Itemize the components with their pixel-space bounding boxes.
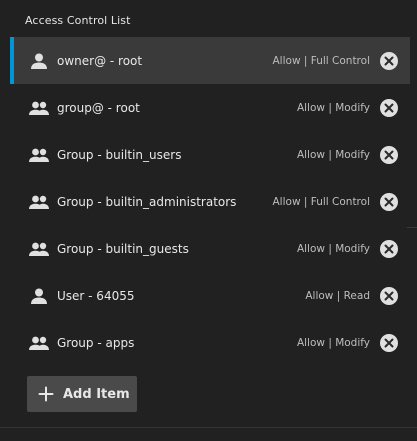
group-icon [28,335,50,351]
divider [407,227,417,228]
acl-item-who: Group - apps [57,335,135,350]
acl-item[interactable]: User - 64055 Allow | Read [10,272,410,319]
acl-item-permission: Allow | Modify [296,101,370,114]
group-icon [28,194,50,210]
acl-item-who: group@ - root [57,100,140,115]
acl-item-permission: Allow | Modify [296,148,370,161]
acl-item-who: Group - builtin_administrators [57,194,237,209]
group-icon [28,147,50,163]
group-icon [28,100,50,116]
divider [0,427,417,428]
user-icon [28,288,50,304]
acl-item-who: owner@ - root [57,53,143,68]
remove-icon[interactable] [380,145,398,164]
user-icon [28,53,50,69]
remove-icon[interactable] [380,286,398,305]
acl-item-who: User - 64055 [57,288,135,303]
acl-item[interactable]: owner@ - root Allow | Full Control [10,37,410,84]
remove-icon[interactable] [380,192,398,211]
add-item-button[interactable]: Add Item [27,376,137,412]
acl-item[interactable]: group@ - root Allow | Modify [10,84,410,131]
acl-item[interactable]: Group - apps Allow | Modify [10,319,410,366]
acl-item-who: Group - builtin_guests [57,241,189,256]
remove-icon[interactable] [380,51,398,70]
remove-icon[interactable] [380,333,398,352]
acl-panel: Access Control List owner@ - root Allow … [0,0,417,441]
acl-item[interactable]: Group - builtin_guests Allow | Modify [10,225,410,272]
acl-item-who: Group - builtin_users [57,147,182,162]
acl-item[interactable]: Group - builtin_administrators Allow | F… [10,178,410,225]
acl-item-permission: Allow | Full Control [272,54,371,67]
remove-icon[interactable] [380,239,398,258]
acl-item-permission: Allow | Read [305,289,370,302]
acl-item-permission: Allow | Full Control [272,195,371,208]
acl-list: owner@ - root Allow | Full Control group… [10,37,410,366]
add-item-label: Add Item [63,386,130,402]
group-icon [28,241,50,257]
acl-item-permission: Allow | Modify [296,336,370,349]
plus-icon [38,386,54,402]
panel-title: Access Control List [25,14,131,27]
acl-item-permission: Allow | Modify [296,242,370,255]
acl-item[interactable]: Group - builtin_users Allow | Modify [10,131,410,178]
remove-icon[interactable] [380,98,398,117]
